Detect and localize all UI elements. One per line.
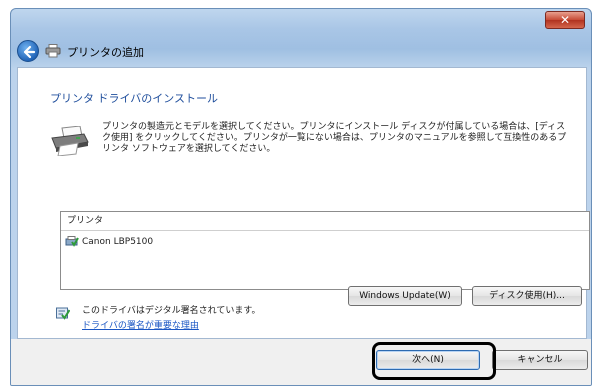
add-printer-window: ✕ プリンタの追加 プリンタ ドライバのインストール プリンタの製造元とモデルを… [10, 8, 592, 386]
certificate-icon [56, 307, 70, 320]
windows-update-button[interactable]: Windows Update(W) [348, 286, 462, 306]
printer-driver-icon [65, 236, 79, 247]
printer-model-label: Canon LBP5100 [82, 237, 154, 247]
navigation-bar: プリンタの追加 [11, 35, 591, 67]
signature-status-text: このドライバはデジタル署名されています。 [82, 306, 261, 316]
next-button-highlight [372, 342, 496, 380]
title-bar: ✕ [11, 9, 591, 35]
back-button[interactable] [17, 40, 39, 62]
printer-icon [45, 44, 61, 58]
list-item[interactable]: Canon LBP5100 [65, 234, 153, 250]
printer-install-icon [51, 126, 89, 156]
back-arrow-icon [23, 45, 36, 59]
printer-listbox[interactable]: プリンタ Canon LBP5100 [60, 211, 590, 290]
instruction-text: プリンタの製造元とモデルを選択してください。プリンタにインストール ディスクが付… [102, 122, 567, 154]
signature-info-link[interactable]: ドライバの署名が重要な理由 [82, 318, 199, 331]
printer-column-header[interactable]: プリンタ [61, 212, 589, 231]
close-button[interactable]: ✕ [545, 11, 585, 29]
page-heading: プリンタ ドライバのインストール [50, 92, 219, 105]
window-title: プリンタの追加 [67, 46, 144, 59]
cancel-button[interactable]: キャンセル [492, 350, 588, 370]
have-disk-button[interactable]: ディスク使用(H)... [472, 286, 582, 306]
